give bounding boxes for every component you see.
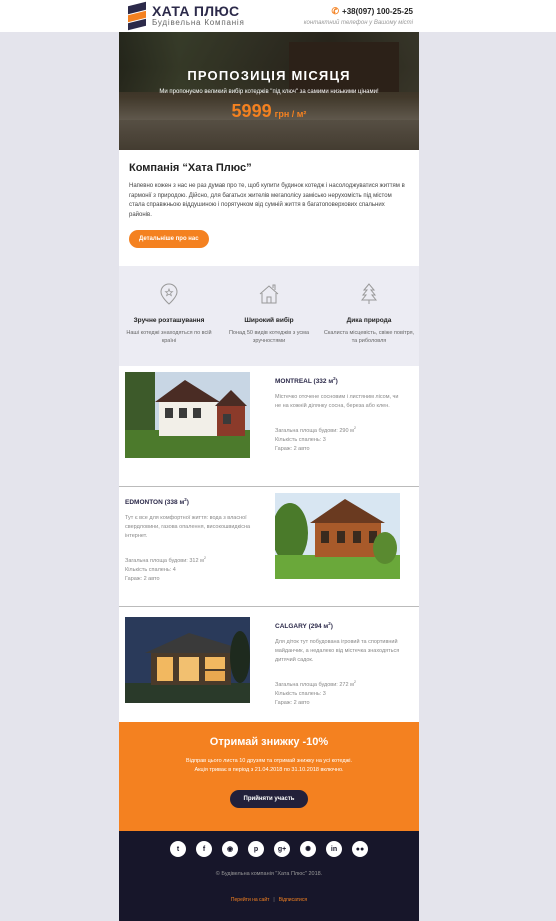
social-links: t f ◉ p g+ ✺ in ●● <box>119 841 419 857</box>
hero-title: ПРОПОЗИЦІЯ МІСЯЦЯ <box>187 68 351 83</box>
house-desc: Містечко оточене сосновим і листяним ліс… <box>275 394 399 410</box>
hero-banner: ПРОПОЗИЦІЯ МІСЯЦЯ Ми пропонуємо великий … <box>119 32 419 150</box>
dribbble-icon[interactable]: ✺ <box>300 841 316 857</box>
twitter-icon[interactable]: t <box>170 841 186 857</box>
brand-tagline: Будівельна Компанія <box>152 18 245 27</box>
house-image[interactable] <box>275 493 400 579</box>
promo-section: Отримай знижку -10% Відправ цього листа … <box>119 722 419 831</box>
features-section: Зручне розташування Наші котеджі знаходя… <box>119 266 419 366</box>
feature-desc: Понад 50 видів котеджів з усма зручностя… <box>228 330 310 344</box>
hero-price-unit: грн / м² <box>274 109 307 119</box>
email-container: ХАТА ПЛЮС Будівельна Компанія ✆ +38(097) … <box>119 0 419 921</box>
feature-choice: Широкий вибір Понад 50 видів котеджів з … <box>219 282 319 366</box>
house-title[interactable]: EDMONTON (338 м2) <box>125 497 255 506</box>
house-stats: Загальна площа будови: 312 м2 Кількість … <box>125 555 207 582</box>
feature-title: Дика природа <box>346 317 392 324</box>
promo-title: Отримай знижку -10% <box>209 736 329 748</box>
google-plus-icon[interactable]: g+ <box>274 841 290 857</box>
feature-desc: Наші котеджі знаходяться по всій країні <box>126 330 212 344</box>
phone-number[interactable]: +38(097) 100-25-25 <box>342 7 413 16</box>
company-section: Компанія “Хата Плюс” Напевно кожен з нас… <box>119 150 419 266</box>
feature-desc: Скалиста місцевість, свіже повітря, та р… <box>323 330 415 344</box>
facebook-icon[interactable]: f <box>196 841 212 857</box>
contact-block: ✆ +38(097) 100-25-25 контактний телефон у… <box>304 6 413 26</box>
house-title[interactable]: MONTREAL (332 м2) <box>275 376 405 385</box>
house-desc: Для діток тут побудована ігровий та спор… <box>275 639 400 664</box>
email-footer: t f ◉ p g+ ✺ in ●● © Будівельна компанія… <box>119 831 419 921</box>
about-us-button[interactable]: Детальніше про нас <box>129 230 209 248</box>
feature-title: Зручне розташування <box>133 317 205 324</box>
location-icon <box>160 283 178 305</box>
copyright: © Будівельна компанія "Хата Плюс" 2018. <box>215 871 323 877</box>
flickr-icon[interactable]: ●● <box>352 841 368 857</box>
house-desc: Тут є все для комфортної життя: вода з в… <box>125 515 251 540</box>
house-image[interactable] <box>125 372 250 458</box>
house-title[interactable]: CALGARY (294 м2) <box>275 621 405 630</box>
hero-price-value: 5999 <box>231 101 272 121</box>
rss-icon[interactable]: ◉ <box>222 841 238 857</box>
hero-subtitle: Ми пропонуємо великий вибір котеджів "пі… <box>159 89 379 95</box>
linkedin-icon[interactable]: in <box>326 841 342 857</box>
feature-location: Зручне розташування Наші котеджі знаходя… <box>119 282 219 366</box>
tree-icon <box>360 283 378 304</box>
footer-links: Перейти на сайт | Відписатися <box>230 897 308 903</box>
feature-nature: Дика природа Скалиста місцевість, свіже … <box>319 282 419 366</box>
brand-name: ХАТА ПЛЮС <box>152 3 240 19</box>
house-image[interactable] <box>125 617 250 703</box>
participate-button[interactable]: Прийняти участь <box>229 790 309 808</box>
go-to-site-link[interactable]: Перейти на сайт <box>231 897 270 903</box>
logo-icon <box>128 1 146 31</box>
company-title: Компанія “Хата Плюс” <box>129 162 252 174</box>
phone-label: контактний телефон у Вашому місті <box>303 20 413 26</box>
house-icon <box>259 284 279 304</box>
feature-title: Широкий вибір <box>244 317 294 324</box>
house-stats: Загальна площа будови: 272 м2 Кількість … <box>275 679 357 706</box>
house-card-calgary: CALGARY (294 м2) Для діток тут побудован… <box>119 606 419 722</box>
promo-text: Відправ цього листа 10 друзям та отримай… <box>185 758 353 773</box>
logo[interactable]: ХАТА ПЛЮС Будівельна Компанія <box>128 1 245 31</box>
house-card-montreal: MONTREAL (332 м2) Містечко оточене сосно… <box>119 366 419 486</box>
unsubscribe-link[interactable]: Відписатися <box>279 897 307 903</box>
phone-icon: ✆ <box>331 6 340 16</box>
hero-price: 5999 грн / м² <box>119 101 419 122</box>
company-text: Напевно кожен з нас не раз думав про те,… <box>129 183 405 218</box>
house-card-edmonton: EDMONTON (338 м2) Тут є все для комфортн… <box>119 486 419 606</box>
pinterest-icon[interactable]: p <box>248 841 264 857</box>
email-header: ХАТА ПЛЮС Будівельна Компанія ✆ +38(097) … <box>119 0 419 32</box>
house-stats: Загальна площа будови: 290 м2 Кількість … <box>275 425 357 452</box>
